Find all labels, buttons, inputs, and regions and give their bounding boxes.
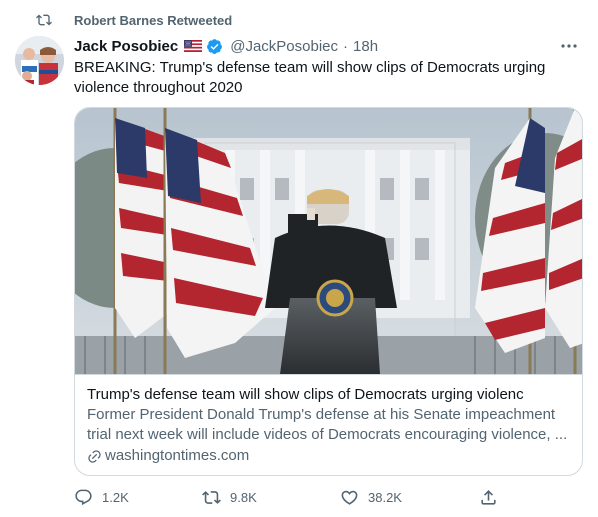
tweet-text: BREAKING: Trump's defense team will show… [74,59,546,96]
like-count: 38.2K [368,489,402,505]
tweet-actions: 1.2K 9.8K 38.2K [74,486,504,508]
reply-count: 1.2K [102,489,129,505]
retweet-label[interactable]: Robert Barnes Retweeted [74,13,232,28]
card-description: Former President Donald Trump's defense … [87,406,568,443]
author-handle[interactable]: @JackPosobiec [230,38,338,55]
reply-icon [75,489,92,505]
card-domain[interactable]: washingtontimes.com [87,446,572,466]
retweet-button[interactable]: 9.8K [202,486,257,508]
retweet-icon [202,490,221,504]
card-image [75,108,582,374]
separator-dot: · [343,37,349,55]
avatar[interactable] [15,36,64,85]
share-button[interactable] [479,486,498,508]
verified-badge-icon [207,38,223,54]
reply-button[interactable]: 1.2K [74,486,129,508]
us-flag-icon [184,40,203,52]
link-preview-card[interactable]: Trump's defense team will show clips of … [74,107,583,476]
card-domain-text[interactable]: washingtontimes.com [105,446,249,466]
link-icon [88,449,101,463]
tweet-header: Jack Posobiec @JackPosobiec · 18h [74,36,578,56]
tweet-timestamp[interactable]: 18h [353,38,378,55]
retweet-count: 9.8K [230,489,257,505]
retweet-icon [36,14,52,26]
heart-icon [341,490,358,505]
display-name[interactable]: Jack Posobiec [74,38,178,55]
like-button[interactable]: 38.2K [340,486,402,508]
share-icon [481,489,496,505]
card-title[interactable]: Trump's defense team will show clips of … [87,385,572,405]
more-options-icon[interactable] [560,38,578,54]
avatar-image [15,36,64,85]
card-body[interactable]: Trump's defense team will show clips of … [75,374,582,475]
